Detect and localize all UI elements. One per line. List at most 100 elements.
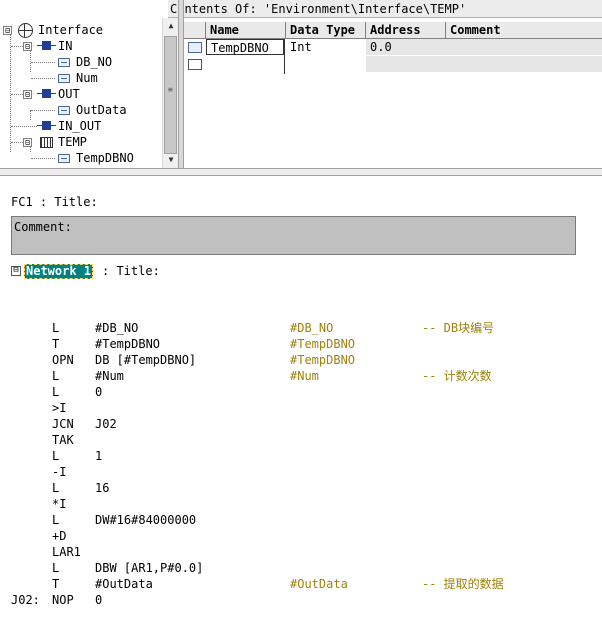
new-row-icon (188, 59, 202, 70)
tree-item-out[interactable]: ⊟ OUT (0, 86, 160, 102)
collapse-icon[interactable]: ⊟ (11, 266, 21, 276)
contents-title-bar: Contents Of: 'Environment\Interface\TEMP… (168, 0, 602, 18)
tree-connector (31, 110, 55, 111)
cell-data-type[interactable]: Int (286, 39, 366, 55)
inout-param-icon (37, 121, 56, 130)
contents-title-text: Contents Of: 'Environment\Interface\TEMP… (170, 2, 467, 16)
scrollbar-thumb[interactable]: ≡ (164, 36, 177, 154)
column-header-comment[interactable]: Comment (446, 22, 602, 38)
code-operator: +D (52, 529, 67, 543)
cell-name[interactable]: TempDBNO (206, 39, 284, 55)
code-operand: #Num (95, 369, 124, 383)
code-symbol: #TempDBNO (290, 337, 356, 351)
variable-table[interactable]: Name Data Type Address Comment TempDBNO … (184, 22, 602, 74)
collapse-icon[interactable]: ⊟ (23, 90, 32, 99)
out-param-icon (37, 89, 56, 98)
code-operand: DW#16#84000000 (95, 513, 197, 527)
code-operator: T (52, 577, 60, 591)
tree-item-num[interactable]: Num (0, 70, 160, 86)
code-line[interactable]: *I (0, 496, 602, 512)
code-line[interactable]: >I (0, 400, 602, 416)
table-row-empty[interactable] (184, 56, 602, 72)
code-line[interactable]: L DW#16#84000000 (0, 512, 602, 528)
tree-connector (31, 158, 55, 159)
code-line[interactable]: T #TempDBNO #TempDBNO (0, 336, 602, 352)
code-line[interactable]: +D (0, 528, 602, 544)
table-row[interactable]: TempDBNO Int 0.0 (184, 39, 602, 55)
pane-divider[interactable] (0, 168, 602, 176)
tree-label: OUT (58, 87, 80, 101)
scroll-down-icon[interactable]: ▼ (163, 152, 179, 168)
code-line[interactable]: J02: NOP 0 (0, 592, 602, 608)
collapse-icon[interactable]: ⊟ (23, 42, 32, 51)
globe-icon (18, 23, 33, 38)
cell-address[interactable]: 0.0 (366, 39, 602, 55)
column-header-name[interactable]: Name (206, 22, 286, 38)
variable-icon (188, 42, 202, 53)
grip-icon: ≡ (168, 85, 173, 94)
tree-connector (11, 46, 23, 47)
tree-label: Interface (38, 23, 104, 37)
code-operand: DBW [AR1,P#0.0] (95, 561, 204, 575)
block-comment-box[interactable]: Comment: (11, 216, 576, 255)
variable-icon (58, 58, 70, 67)
code-symbol: #DB_NO (290, 321, 334, 335)
code-operand: DB [#TempDBNO] (95, 353, 197, 367)
code-operator: L (52, 513, 60, 527)
code-operator: L (52, 481, 60, 495)
code-line[interactable]: L1 (0, 448, 602, 464)
code-symbol: #TempDBNO (290, 353, 356, 367)
network-title[interactable]: : Title: (102, 264, 160, 279)
code-line[interactable]: T #OutData #OutData -- 提取的数据 (0, 576, 602, 592)
code-jump-label: J02: (11, 593, 40, 607)
code-line[interactable]: JCN J02 (0, 416, 602, 432)
code-line[interactable]: L 16 (0, 480, 602, 496)
code-line[interactable]: L0 (0, 384, 602, 400)
in-param-icon (37, 41, 56, 50)
code-line[interactable]: L #DB_NO #DB_NO -- DB块编号 (0, 320, 602, 336)
comment-label: Comment: (14, 220, 72, 234)
tree-item-in-out[interactable]: IN_OUT (0, 118, 160, 134)
column-header-address[interactable]: Address (366, 22, 446, 38)
code-operand: 0 (95, 593, 103, 607)
tree-label: IN (58, 39, 73, 53)
code-operator: T (52, 337, 60, 351)
code-operator: OPN (52, 353, 74, 367)
interface-tree[interactable]: ⊟ Interface ⊟ IN DB_NO Num ⊟ OUT OutData… (0, 18, 180, 170)
code-operator: NOP (52, 593, 74, 607)
tree-label: IN_OUT (58, 119, 102, 133)
code-operand: 1 (95, 449, 103, 463)
tree-item-outdata[interactable]: OutData (0, 102, 160, 118)
variable-icon (58, 154, 70, 163)
code-line[interactable]: L DBW [AR1,P#0.0] (0, 560, 602, 576)
tree-item-temp[interactable]: ⊟ TEMP (0, 134, 160, 150)
code-line[interactable]: TAK (0, 432, 602, 448)
code-line[interactable]: LAR1 (0, 544, 602, 560)
collapse-icon[interactable]: ⊟ (3, 26, 12, 35)
stl-editor[interactable]: FC1 : Title: Comment: ⊟ Network 1 : Titl… (0, 176, 602, 625)
code-line[interactable]: -I (0, 464, 602, 480)
tree-connector (11, 94, 23, 95)
code-comment: -- 提取的数据 (422, 577, 504, 591)
tree-scrollbar[interactable]: ▲ ≡ ▼ (162, 18, 179, 168)
code-operator: >I (52, 401, 67, 415)
code-operator: -I (52, 465, 67, 479)
code-operand: #OutData (95, 577, 153, 591)
variable-icon (58, 74, 70, 83)
tree-connector (11, 142, 23, 143)
code-line[interactable]: OPN DB [#TempDBNO] #TempDBNO (0, 352, 602, 368)
tree-item-db-no[interactable]: DB_NO (0, 54, 160, 70)
network-label[interactable]: Network 1 (24, 264, 94, 279)
code-line[interactable]: L #Num #Num -- 计数次数 (0, 368, 602, 384)
tree-label: Num (76, 71, 98, 85)
tree-connector (11, 126, 37, 127)
code-operand: 0 (95, 385, 103, 399)
tree-item-in[interactable]: ⊟ IN (0, 38, 160, 54)
collapse-icon[interactable]: ⊟ (23, 138, 32, 147)
block-title[interactable]: FC1 : Title: (11, 194, 98, 210)
column-header-data-type[interactable]: Data Type (286, 22, 366, 38)
tree-item-tempdbno[interactable]: TempDBNO (0, 150, 160, 166)
tree-item-interface[interactable]: ⊟ Interface (0, 22, 160, 38)
scroll-up-icon[interactable]: ▲ (163, 18, 179, 34)
tree-label: OutData (76, 103, 127, 117)
